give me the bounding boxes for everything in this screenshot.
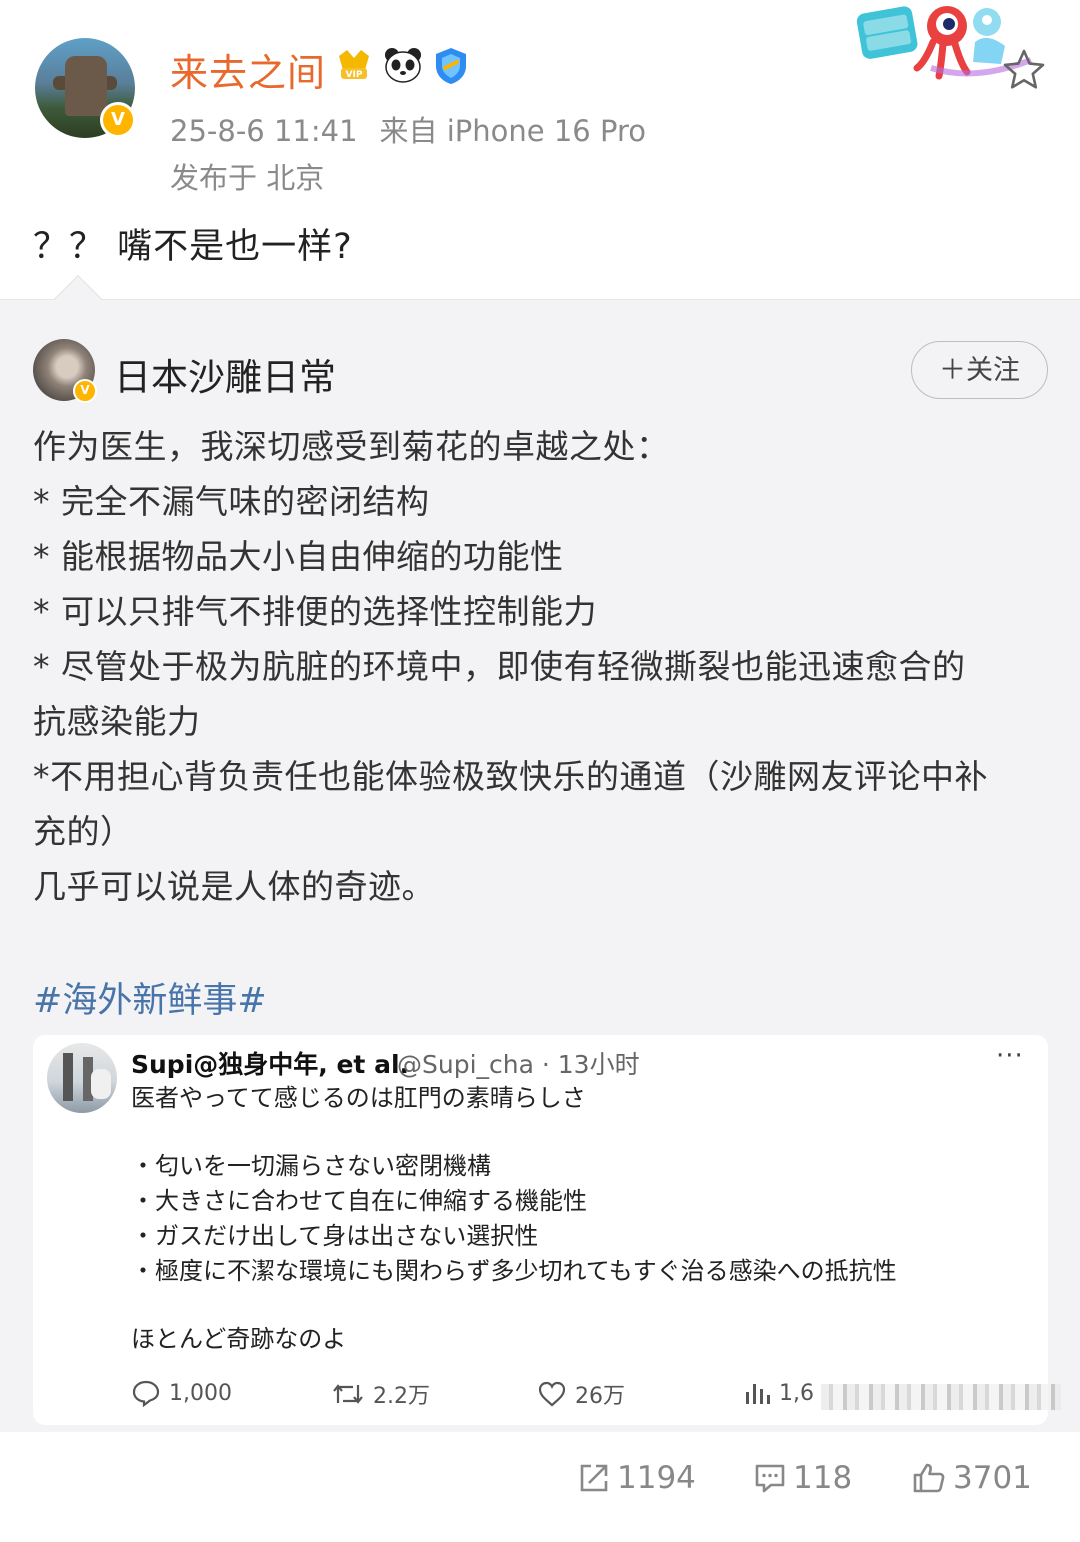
follow-button[interactable]: ＋关注 <box>911 341 1048 399</box>
tweet-line: 医者やってて感じるのは肛門の素晴らしさ <box>131 1084 586 1112</box>
repost-body-line: * 可以只排气不排便的选择性控制能力 <box>33 592 597 631</box>
tweet-more-icon: ··· <box>996 1041 1024 1071</box>
share-count: 1194 <box>617 1460 696 1496</box>
post-text: ？？ 嘴不是也一样? <box>33 227 353 267</box>
post-meta: 25-8-6 11:41 来自 iPhone 16 Pro <box>170 108 646 150</box>
repost-body-line: * 完全不漏气味的密闭结构 <box>33 482 430 521</box>
repost-body-line: * 尽管处于极为肮脏的环境中，即使有轻微撕裂也能迅速愈合的 <box>33 647 966 686</box>
tweet-view-stat: 1,6 <box>743 1378 814 1408</box>
post-footer: 1194 118 3701 <box>0 1432 1080 1542</box>
repost-body-line: 几乎可以说是人体的奇迹。 <box>33 867 435 906</box>
tweet-retweet-stat: 2.2万 <box>331 1378 430 1410</box>
post-header: V 来去之间 VIP 25-8-6 11:41 来自 iPhone 16 Pro … <box>0 0 1080 300</box>
tweet-line: ・匂いを一切漏らさない密閉機構 <box>131 1152 491 1180</box>
repost-body-line: 作为医生，我深切感受到菊花的卓越之处： <box>33 427 670 466</box>
panda-icon[interactable] <box>383 46 423 84</box>
comment-count: 118 <box>793 1460 853 1496</box>
tweet-view-count: 1,6 <box>779 1380 814 1406</box>
post-source: 来自 iPhone 16 Pro <box>379 114 646 148</box>
views-bar-icon <box>746 1384 770 1404</box>
tweet-line: ・大きさに合わせて自在に伸縮する機能性 <box>131 1187 587 1215</box>
comment-button[interactable]: 118 <box>753 1460 852 1496</box>
tweet-avatar-cat <box>91 1069 111 1099</box>
tweet-like-stat: 26万 <box>537 1378 625 1410</box>
tweet-line: ・極度に不潔な環境にも関わらず多少切れてもすぐ治る感染への抵抗性 <box>131 1257 897 1285</box>
tweet-reply-stat: 1,000 <box>131 1378 232 1408</box>
repost-author-name[interactable]: 日本沙雕日常 <box>114 347 336 401</box>
heart-icon <box>538 1381 566 1407</box>
verified-shield-icon[interactable] <box>432 46 470 86</box>
tweet-avatar <box>47 1043 117 1113</box>
share-icon <box>580 1464 608 1492</box>
like-count: 3701 <box>953 1460 1032 1496</box>
favorite-star-icon[interactable] <box>1000 46 1048 94</box>
vip-icon[interactable]: VIP <box>335 46 373 82</box>
tweet-text: 医者やってて感じるのは肛門の素晴らしさ ・匂いを一切漏らさない密閉機構 ・大きさ… <box>131 1081 897 1357</box>
avatar-robot <box>65 56 107 116</box>
verified-v-badge: V <box>100 102 136 138</box>
tweet-line: ・ガスだけ出して身は出さない選択性 <box>131 1222 539 1250</box>
repost-body-line: * 能根据物品大小自由伸缩的功能性 <box>33 537 564 576</box>
tweet-author-name: Supi@独身中年, et al. <box>131 1050 410 1079</box>
repost-verified-v-badge: V <box>73 379 97 403</box>
post-timestamp: 25-8-6 11:41 <box>170 114 358 148</box>
repost-divider <box>0 299 1080 300</box>
tweet-reply-count: 1,000 <box>169 1380 232 1406</box>
tweet-handle-time: @Supi_cha · 13小时 <box>397 1050 640 1079</box>
tweet-avatar-leg <box>63 1053 73 1101</box>
post-location: 发布于 北京 <box>170 161 325 195</box>
retweet-icon <box>333 1384 363 1404</box>
blurred-overlay <box>821 1384 1061 1410</box>
tweet-like-count: 26万 <box>575 1384 625 1409</box>
repost-card[interactable]: V 日本沙雕日常 ＋关注 作为医生，我深切感受到菊花的卓越之处： * 完全不漏气… <box>0 274 1080 1432</box>
tweet-actions: 1,000 2.2万 26万 1,6 <box>131 1378 1061 1414</box>
embedded-tweet-image[interactable]: Supi@独身中年, et al. @Supi_cha · 13小时 ··· 医… <box>33 1035 1061 1425</box>
hashtag-link[interactable]: #海外新鲜事# <box>33 972 267 1023</box>
thumbs-up-icon <box>913 1463 945 1493</box>
repost-body-line: 抗感染能力 <box>33 702 201 741</box>
repost-body-line: *不用担心背负责任也能体验极致快乐的通道（沙雕网友评论中补 <box>33 757 988 796</box>
reply-bubble-icon <box>132 1380 160 1408</box>
repost-body-line: 充的） <box>33 812 134 851</box>
tweet-retweet-count: 2.2万 <box>373 1384 430 1409</box>
tweet-line: ほとんど奇跡なのよ <box>131 1325 347 1353</box>
like-button[interactable]: 3701 <box>911 1460 1032 1496</box>
share-button[interactable]: 1194 <box>577 1460 696 1496</box>
comment-icon <box>755 1464 785 1493</box>
svg-text:VIP: VIP <box>346 70 363 80</box>
author-name[interactable]: 来去之间 <box>170 42 326 97</box>
repost-body: 作为医生，我深切感受到菊花的卓越之处： * 完全不漏气味的密闭结构 * 能根据物… <box>33 419 1053 914</box>
